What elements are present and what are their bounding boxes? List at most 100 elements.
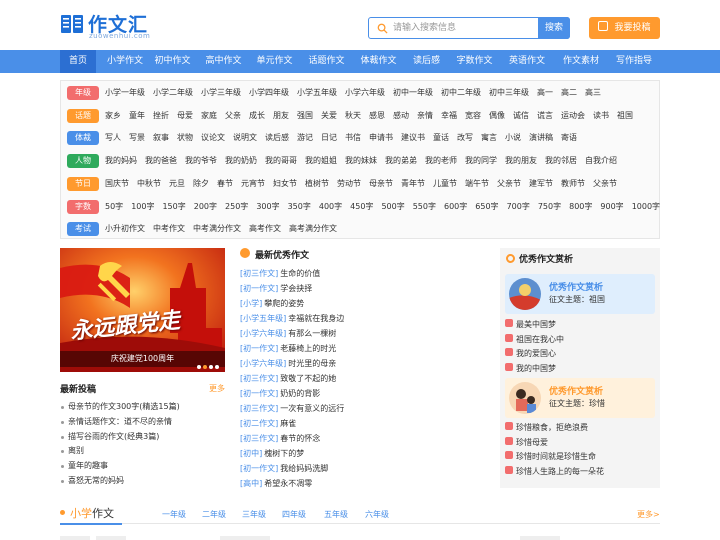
latest-post-link[interactable]: 童年的趣事 — [60, 459, 230, 474]
best-new-item[interactable]: [初二作文] 麻雀 — [240, 416, 490, 431]
grade-label[interactable]: [小学] — [240, 299, 262, 308]
category-link[interactable]: 祖国 — [617, 111, 633, 120]
category-link[interactable]: 感动 — [393, 111, 409, 120]
category-link[interactable]: 200字 — [194, 202, 217, 211]
category-link[interactable]: 我的邻居 — [545, 156, 577, 165]
nav-item[interactable]: 写作指导 — [609, 50, 659, 73]
essay-title-link[interactable]: 致敬了不起的她 — [280, 374, 336, 383]
category-tag[interactable]: 字数 — [67, 199, 99, 214]
category-link[interactable]: 谎言 — [537, 111, 553, 120]
grade-label[interactable]: [初一作文] — [240, 344, 278, 353]
banner-slider[interactable]: 永远跟党走 庆祝建党100周年 — [60, 248, 225, 372]
category-link[interactable]: 写人 — [105, 133, 121, 142]
best-new-item[interactable]: [初一作文] 老藤椅上的时光 — [240, 341, 490, 356]
essay-title-link[interactable]: 生命的价值 — [280, 269, 320, 278]
category-link[interactable]: 小学一年级 — [105, 88, 145, 97]
appreciation-link[interactable]: 珍惜粮食，拒绝浪费 — [505, 421, 655, 436]
essay-title-link[interactable]: 攀爬的姿势 — [264, 299, 304, 308]
latest-post-link[interactable]: 母亲节的作文300字(精选15篇) — [60, 400, 230, 415]
category-link[interactable]: 说明文 — [233, 133, 257, 142]
category-link[interactable]: 中考满分作文 — [193, 224, 241, 233]
category-link[interactable]: 小学五年级 — [297, 88, 337, 97]
category-link[interactable]: 我的同学 — [465, 156, 497, 165]
category-link[interactable]: 我的爷爷 — [185, 156, 217, 165]
nav-item[interactable]: 英语作文 — [503, 50, 551, 73]
category-link[interactable]: 演讲稿 — [529, 133, 553, 142]
best-new-item[interactable]: [小学六年级] 时光里的母亲 — [240, 356, 490, 371]
category-link[interactable]: 300字 — [256, 202, 279, 211]
category-link[interactable]: 书信 — [345, 133, 361, 142]
category-link[interactable]: 1000字 — [632, 202, 660, 211]
search-input[interactable] — [393, 20, 537, 36]
category-link[interactable]: 550字 — [413, 202, 436, 211]
category-tag[interactable]: 节日 — [67, 176, 99, 191]
category-link[interactable]: 小学三年级 — [201, 88, 241, 97]
category-link[interactable]: 父亲节 — [593, 179, 617, 188]
nav-item[interactable]: 体裁作文 — [355, 50, 402, 73]
grade-label[interactable]: [初三作文] — [240, 269, 278, 278]
category-link[interactable]: 强国 — [297, 111, 313, 120]
category-link[interactable]: 初中三年级 — [489, 88, 529, 97]
category-link[interactable]: 青年节 — [401, 179, 425, 188]
appreciation-link[interactable]: 珍惜母爱 — [505, 436, 655, 451]
category-link[interactable]: 童年 — [129, 111, 145, 120]
category-link[interactable]: 状物 — [177, 133, 193, 142]
nav-item[interactable]: 字数作文 — [451, 50, 498, 73]
category-tag[interactable]: 体裁 — [67, 131, 99, 146]
category-link[interactable]: 教师节 — [561, 179, 585, 188]
appreciation-link[interactable]: 最美中国梦 — [505, 318, 655, 333]
category-link[interactable]: 高三 — [585, 88, 601, 97]
category-link[interactable]: 我的妈妈 — [105, 156, 137, 165]
category-link[interactable]: 我的爸爸 — [145, 156, 177, 165]
category-link[interactable]: 感恩 — [369, 111, 385, 120]
grade-label[interactable]: [初三作文] — [240, 434, 278, 443]
category-link[interactable]: 我的老师 — [425, 156, 457, 165]
submit-article-button[interactable]: 我要投稿 — [589, 17, 660, 39]
grade-label[interactable]: [小学五年级] — [240, 314, 286, 323]
section-more-link[interactable]: 更多> — [637, 509, 660, 520]
category-link[interactable]: 改写 — [457, 133, 473, 142]
grade-tab[interactable]: 六年级 — [365, 509, 389, 520]
category-link[interactable]: 800字 — [569, 202, 592, 211]
category-link[interactable]: 写景 — [129, 133, 145, 142]
essay-title-link[interactable]: 槐树下的梦 — [264, 449, 304, 458]
category-link[interactable]: 中秋节 — [137, 179, 161, 188]
nav-item[interactable]: 单元作文 — [251, 50, 298, 73]
appreciation-link[interactable]: 我的爱国心 — [505, 347, 655, 362]
best-new-item[interactable]: [初一作文] 奶奶的背影 — [240, 386, 490, 401]
category-link[interactable]: 申请书 — [369, 133, 393, 142]
best-new-item[interactable]: [初三作文] 致敬了不起的她 — [240, 371, 490, 386]
best-new-item[interactable]: [初三作文] 春节的怀念 — [240, 431, 490, 446]
category-link[interactable]: 日记 — [321, 133, 337, 142]
category-link[interactable]: 250字 — [225, 202, 248, 211]
category-link[interactable]: 650字 — [475, 202, 498, 211]
category-link[interactable]: 高考作文 — [249, 224, 281, 233]
slider-dots[interactable] — [195, 362, 225, 369]
best-new-item[interactable]: [初中] 槐树下的梦 — [240, 446, 490, 461]
nav-item[interactable]: 高中作文 — [200, 50, 247, 73]
nav-item[interactable]: 话题作文 — [303, 50, 350, 73]
category-link[interactable]: 小说 — [505, 133, 521, 142]
category-tag[interactable]: 话题 — [67, 108, 99, 123]
category-link[interactable]: 家庭 — [201, 111, 217, 120]
category-link[interactable]: 750字 — [538, 202, 561, 211]
category-link[interactable]: 游记 — [297, 133, 313, 142]
nav-item[interactable]: 读后感 — [406, 50, 447, 73]
grade-tab[interactable]: 五年级 — [324, 509, 348, 520]
category-tag[interactable]: 考试 — [67, 222, 99, 237]
best-new-item[interactable]: [小学六年级] 有那么一棵树 — [240, 326, 490, 341]
category-link[interactable]: 妇女节 — [273, 179, 297, 188]
grade-tab[interactable]: 二年级 — [202, 509, 226, 520]
category-link[interactable]: 我的奶奶 — [225, 156, 257, 165]
search-button[interactable]: 搜索 — [538, 17, 570, 39]
category-link[interactable]: 读书 — [593, 111, 609, 120]
category-link[interactable]: 宽容 — [465, 111, 481, 120]
category-link[interactable]: 父亲 — [225, 111, 241, 120]
category-tag[interactable]: 人物 — [67, 154, 99, 169]
essay-title-link[interactable]: 我给妈妈洗脚 — [280, 464, 328, 473]
category-link[interactable]: 900字 — [600, 202, 623, 211]
essay-title-link[interactable]: 时光里的母亲 — [288, 359, 336, 368]
latest-post-link[interactable]: 描写谷雨的作文(经典3篇) — [60, 430, 230, 445]
category-link[interactable]: 初中一年级 — [393, 88, 433, 97]
category-link[interactable]: 元宵节 — [241, 179, 265, 188]
